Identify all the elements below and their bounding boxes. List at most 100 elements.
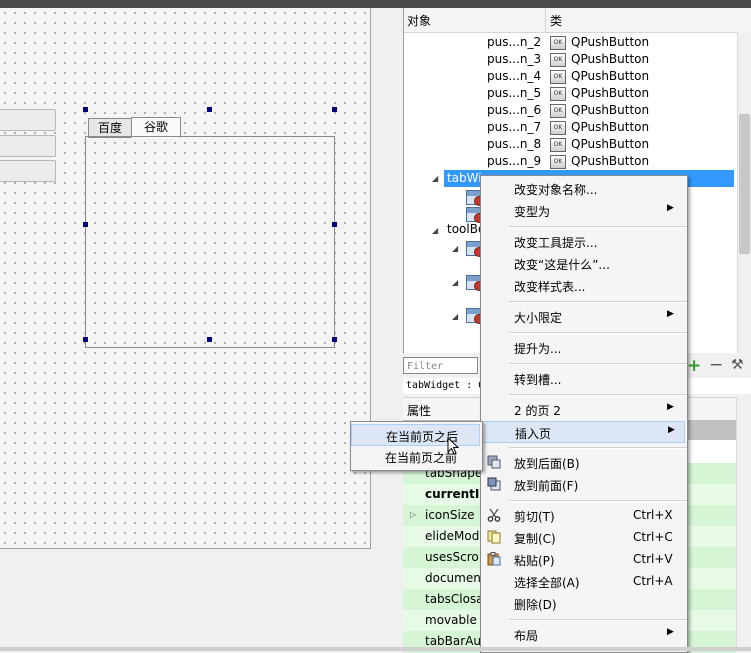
selection-handle[interactable] (83, 337, 88, 342)
menu-item[interactable]: 变型为 ▶ (481, 200, 685, 222)
push-button-icon: OK (550, 138, 566, 152)
selection-handle[interactable] (83, 107, 88, 112)
menu-item[interactable]: 改变样式表... (481, 275, 685, 297)
menu-item[interactable]: 改变对象名称... (481, 178, 685, 200)
menu-item-label: 插入页 (515, 427, 552, 441)
selection-handle[interactable] (83, 222, 88, 227)
menu-item-shortcut: Ctrl+A (633, 574, 673, 588)
menu-item[interactable]: 改变“这是什么”... (481, 253, 685, 275)
collapse-triangle-icon[interactable]: ◢ (452, 278, 458, 287)
property-name: tabBarAu (425, 634, 482, 648)
submenu-arrow-icon: ▶ (668, 425, 675, 435)
menu-item-label: 放到前面(F) (514, 479, 579, 493)
menu-item[interactable]: 插入页 ▶ (481, 421, 685, 443)
menu-item-label: 改变样式表... (514, 280, 586, 294)
submenu-arrow-icon: ▶ (667, 203, 674, 213)
mouse-cursor-icon (447, 437, 459, 455)
push-button-icon: OK (550, 70, 566, 84)
menu-item-label: 复制(C) (514, 532, 556, 546)
tab-google[interactable]: 谷歌 (131, 117, 181, 138)
object-name: pus...n_3 (487, 52, 542, 66)
menu-item[interactable]: 2 的页 2 ▶ (481, 399, 685, 421)
menu-item-label: 改变对象名称... (514, 183, 598, 197)
push-button-partial[interactable] (0, 160, 56, 182)
tab-baidu[interactable]: 百度 (88, 118, 132, 138)
form-canvas[interactable]: 百度 谷歌 (0, 8, 371, 549)
bring-front-icon (487, 477, 501, 491)
menu-separator (509, 394, 687, 396)
remove-property-icon[interactable]: − (709, 355, 723, 375)
object-row[interactable]: pus...n_9 OK QPushButton (404, 153, 734, 170)
object-row[interactable]: pus...n_5 OK QPushButton (404, 85, 734, 102)
property-editor-scrollbar[interactable] (736, 397, 751, 651)
scrollbar-thumb[interactable] (739, 114, 750, 254)
context-menu: 改变对象名称... 变型为 ▶ 改变工具提示... 改变“这是什么”... 改变样式表..… (480, 175, 688, 653)
insert-page-submenu: 在当前页之后 在当前页之前 (350, 421, 483, 471)
object-class: QPushButton (571, 69, 650, 83)
object-name: pus...n_5 (487, 86, 542, 100)
object-inspector-header: 对象 类 (404, 8, 751, 33)
menu-item[interactable]: 大小限定 ▶ (481, 306, 685, 328)
property-name: tabsClosa (425, 592, 484, 606)
menu-item[interactable]: 放到后面(B) (481, 452, 685, 474)
menu-item-label: 布局 (514, 629, 539, 643)
property-name: elideMod (425, 529, 480, 543)
bottom-edge (0, 647, 751, 651)
selection-handle[interactable] (332, 107, 337, 112)
object-name: pus...n_8 (487, 137, 542, 151)
submenu-item[interactable]: 在当前页之前 (351, 446, 480, 468)
menu-item-label: 改变工具提示... (514, 236, 598, 250)
object-class: QPushButton (571, 35, 650, 49)
collapse-triangle-icon[interactable]: ◢ (432, 226, 438, 235)
menu-separator (509, 363, 687, 365)
selection-handle[interactable] (207, 337, 212, 342)
column-divider (545, 8, 546, 32)
menu-item-label: 转到槽... (514, 373, 562, 387)
column-property[interactable]: 属性 (407, 402, 431, 419)
object-row[interactable]: pus...n_8 OK QPushButton (404, 136, 734, 153)
object-row[interactable]: pus...n_6 OK QPushButton (404, 102, 734, 119)
menu-item[interactable]: 剪切(T) Ctrl+X (481, 505, 685, 527)
object-row[interactable]: pus...n_7 OK QPushButton (404, 119, 734, 136)
collapse-triangle-icon[interactable]: ◢ (432, 174, 438, 183)
menu-separator (509, 447, 687, 449)
column-object[interactable]: 对象 (407, 12, 431, 29)
object-row[interactable]: pus...n_4 OK QPushButton (404, 68, 734, 85)
tab-widget-page[interactable] (85, 136, 335, 348)
column-class[interactable]: 类 (550, 12, 562, 29)
push-button-partial[interactable] (0, 109, 56, 131)
filter-input[interactable]: Filter (403, 357, 478, 374)
object-name-tabwidget[interactable]: tabWi (447, 171, 482, 185)
menu-item[interactable]: 选择全部(A) Ctrl+A (481, 571, 685, 593)
property-name: documen (425, 571, 481, 585)
menu-item[interactable]: 布局 ▶ (481, 624, 685, 646)
push-button-icon: OK (550, 53, 566, 67)
selection-handle[interactable] (332, 337, 337, 342)
menu-item[interactable]: 删除(D) (481, 593, 685, 615)
menu-item[interactable]: 转到槽... (481, 368, 685, 390)
menu-item-label: 剪切(T) (514, 510, 555, 524)
menu-item[interactable]: 改变工具提示... (481, 231, 685, 253)
object-row[interactable]: pus...n_2 OK QPushButton (404, 34, 734, 51)
expand-triangle-icon[interactable]: ▷ (410, 510, 416, 519)
submenu-item[interactable]: 在当前页之后 (351, 424, 480, 446)
object-name: pus...n_2 (487, 35, 542, 49)
menu-item[interactable]: 放到前面(F) (481, 474, 685, 496)
collapse-triangle-icon[interactable]: ◢ (452, 244, 458, 253)
collapse-triangle-icon[interactable]: ◢ (452, 312, 458, 321)
push-button-partial[interactable] (0, 135, 56, 157)
menu-item[interactable]: 提升为... (481, 337, 685, 359)
menu-item[interactable]: 粘贴(P) Ctrl+V (481, 549, 685, 571)
property-name: movable (425, 613, 477, 627)
object-inspector-scrollbar[interactable] (737, 32, 751, 353)
push-button-icon: OK (550, 36, 566, 50)
menu-item-label: 变型为 (514, 205, 551, 219)
selection-handle[interactable] (207, 107, 212, 112)
menu-separator (509, 500, 687, 502)
object-row[interactable]: pus...n_3 OK QPushButton (404, 51, 734, 68)
add-property-icon[interactable]: + (687, 356, 701, 376)
wrench-icon[interactable]: ⚒ (731, 357, 744, 373)
object-class: QPushButton (571, 120, 650, 134)
selection-handle[interactable] (332, 222, 337, 227)
menu-item[interactable]: 复制(C) Ctrl+C (481, 527, 685, 549)
